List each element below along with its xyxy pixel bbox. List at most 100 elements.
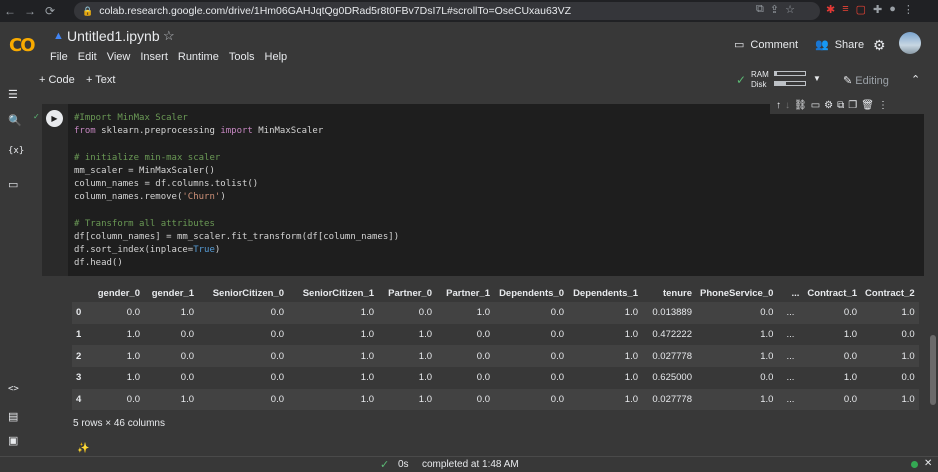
command-palette-icon[interactable]: ▤ (8, 410, 18, 423)
column-header: SeniorCitizen_0 (212, 287, 284, 299)
window-icon[interactable]: ▢ (856, 3, 866, 16)
row-index: 4 (76, 394, 82, 406)
add-text-button[interactable]: + Text (86, 74, 115, 86)
cell-settings-icon[interactable]: ⚙ (824, 100, 833, 111)
comment-button[interactable]: ▭ Comment (734, 38, 798, 52)
column-header: Partner_1 (446, 287, 490, 299)
back-icon[interactable]: ← (0, 4, 20, 18)
column-header: Dependents_0 (499, 287, 564, 299)
menu-tools[interactable]: Tools (229, 51, 255, 63)
close-icon[interactable]: ✕ (924, 458, 932, 469)
ram-meter-fill (775, 72, 778, 75)
mirror-cell-icon[interactable]: ⧉ (837, 100, 844, 111)
scrollbar[interactable] (930, 335, 936, 405)
playlist-icon[interactable]: ≡ (842, 3, 848, 16)
code-editor[interactable]: #Import MinMax Scaler from sklearn.prepro… (74, 112, 399, 270)
chevron-down-icon[interactable]: ▼ (813, 74, 821, 83)
connected-check-icon: ✓ (736, 73, 747, 87)
magic-wand-icon[interactable]: ✨ (77, 443, 89, 454)
notebook-toolbar: + Code + Text ✓ RAM Disk ▼ ✎ Editing ⌃ (0, 68, 938, 92)
table-cell: 0.0 (476, 372, 490, 384)
forward-icon[interactable]: → (20, 4, 40, 18)
code-token: # Transform all attributes (74, 218, 215, 229)
table-cell: 0.0 (550, 307, 564, 319)
table-row: 3 1.0 0.0 0.0 1.0 1.0 0.0 0.0 1.0 0.625000 0.0... 1… (72, 367, 919, 389)
column-header: SeniorCitizen_1 (302, 287, 374, 299)
link-icon[interactable]: ⛓ (794, 100, 807, 111)
table-row: 0 0.0 1.0 0.0 1.0 0.0 1.0 0.0 1.0 0.013889 0.0... 0… (72, 302, 919, 324)
comment-cell-icon[interactable]: ▭ (811, 100, 820, 111)
share-button[interactable]: 👥 Share (815, 38, 864, 52)
menu-file[interactable]: File (50, 51, 68, 63)
table-row: 2 1.0 0.0 0.0 1.0 1.0 0.0 0.0 1.0 0.027778 1.0... 0… (72, 345, 919, 368)
avatar[interactable] (899, 32, 921, 54)
address-bar[interactable]: 🔒 colab.research.google.com/drive/1Hm06G… (74, 2, 820, 20)
reload-icon[interactable]: ⟳ (40, 4, 60, 18)
row-index: 3 (76, 372, 82, 384)
terminal-icon[interactable]: ▣ (8, 434, 18, 447)
table-cell: 1.0 (418, 350, 432, 362)
folder-icon[interactable]: ▭ (8, 178, 18, 191)
chevron-up-icon[interactable]: ⌃ (911, 73, 920, 86)
table-cell: ... (786, 307, 795, 319)
table-of-contents-icon[interactable]: ☰ (8, 88, 18, 101)
notebook-title[interactable]: Untitled1.ipynb (67, 28, 160, 44)
cell-toolbar: ↑ ↓ ⛓ ▭ ⚙ ⧉ ❐ 🗑 ⋮ (770, 96, 924, 114)
table-cell: 1.0 (624, 307, 638, 319)
move-down-icon[interactable]: ↓ (785, 100, 790, 111)
bookmark-icon[interactable]: ☆ (785, 3, 795, 16)
menu-runtime[interactable]: Runtime (178, 51, 219, 63)
disk-meter (774, 81, 806, 86)
browser-bar: ← → ⟳ 🔒 colab.research.google.com/drive/… (0, 0, 938, 22)
table-cell: 1.0 (418, 394, 432, 406)
table-cell: ... (786, 329, 795, 341)
pencil-icon: ✎ (843, 75, 853, 87)
share-page-icon[interactable]: ⇪ (770, 3, 779, 16)
table-cell: 0.0 (550, 329, 564, 341)
run-cell-button[interactable]: ▶ (46, 110, 63, 127)
extension-icon[interactable]: ✱ (826, 3, 835, 16)
table-cell: 1.0 (760, 350, 774, 362)
code-snippets-icon[interactable]: <> (8, 384, 19, 394)
table-cell: 0.0 (843, 350, 858, 362)
colab-logo[interactable]: CO (9, 35, 35, 56)
gear-icon[interactable]: ⚙ (873, 37, 886, 54)
table-cell: 0.013889 (652, 307, 692, 319)
translate-icon[interactable]: ⧉ (756, 3, 764, 16)
table-cell: 1.0 (360, 394, 374, 406)
table-row: 4 0.0 1.0 0.0 1.0 1.0 0.0 0.0 1.0 0.027778 1.0... 0… (72, 388, 919, 411)
menu-insert[interactable]: Insert (140, 51, 168, 63)
menu-icon[interactable]: ⋮ (903, 3, 914, 16)
search-icon[interactable]: 🔍 (8, 114, 22, 127)
delete-icon[interactable]: 🗑 (861, 100, 874, 111)
more-options-icon[interactable]: ⋮ (878, 100, 888, 111)
table-cell: 0.0 (760, 372, 774, 384)
resource-monitor[interactable]: RAM Disk (751, 70, 769, 90)
code-token: 'Churn' (182, 192, 221, 203)
row-index: 0 (76, 307, 82, 319)
column-header: PhoneService_0 (700, 287, 774, 299)
code-line: #Import MinMax Scaler (74, 112, 399, 125)
table-cell: ... (786, 372, 795, 384)
disk-label: Disk (751, 80, 767, 89)
copy-icon[interactable]: ❐ (848, 100, 857, 111)
add-code-button[interactable]: + Code (39, 74, 75, 86)
column-header: tenure (662, 287, 692, 299)
variables-icon[interactable]: {x} (8, 146, 24, 156)
code-token: import (220, 126, 253, 137)
menu-edit[interactable]: Edit (78, 51, 97, 63)
editing-button[interactable]: ✎ Editing (843, 74, 889, 87)
menu-help[interactable]: Help (265, 51, 288, 63)
table-cell: 1.0 (360, 350, 374, 362)
ram-meter (774, 71, 806, 76)
code-line: mm_scaler = MinMaxScaler() (74, 165, 399, 178)
star-icon[interactable]: ☆ (163, 28, 175, 44)
puzzle-icon[interactable]: ✚ (873, 3, 882, 16)
code-token: #Import MinMax Scaler (74, 113, 188, 123)
menu-view[interactable]: View (107, 51, 131, 63)
profile-icon[interactable]: ● (889, 3, 896, 16)
move-up-icon[interactable]: ↑ (776, 100, 781, 111)
table-cell: 0.0 (843, 394, 858, 406)
table-cell: 1.0 (901, 307, 915, 319)
